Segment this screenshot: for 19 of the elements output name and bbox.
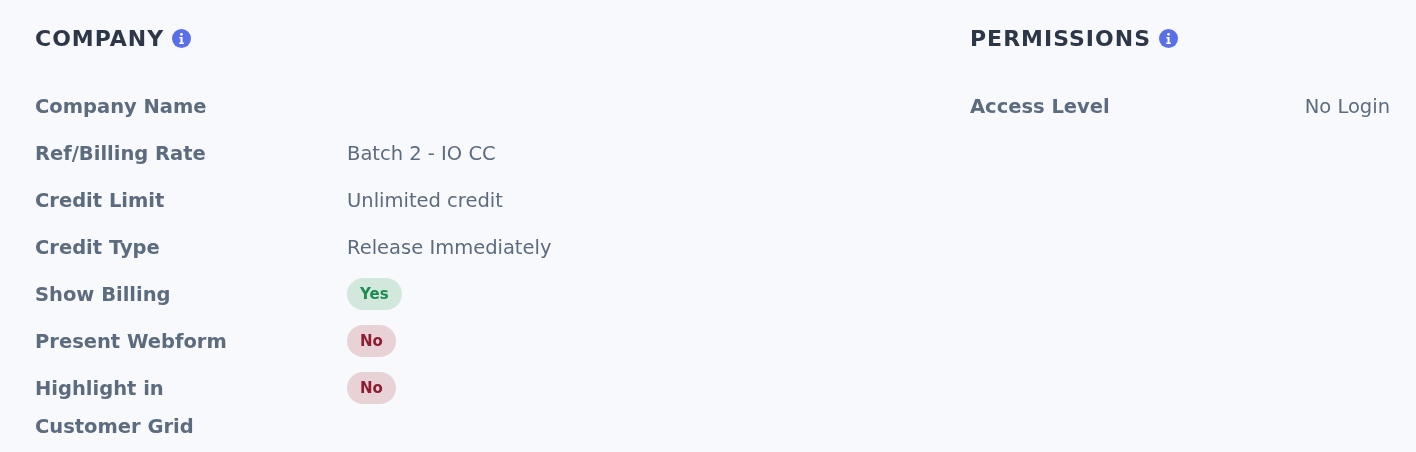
section-title: PERMISSIONS [970,25,1152,51]
info-icon[interactable] [172,28,192,48]
field-value: Release Immediately [347,235,553,261]
section-title: COMPANY [35,25,165,51]
field-label: Access Level [970,94,1111,120]
field-value: No Login [1304,94,1390,120]
field-label: Present Webform [35,329,228,355]
field-value: Unlimited credit [347,188,504,214]
field-label: Credit Limit [35,188,166,214]
status-badge: No [347,325,396,357]
field-label: Credit Type [35,235,161,261]
field-label: Ref/Billing Rate [35,141,207,167]
info-icon[interactable] [1159,28,1179,48]
status-badge: No [347,372,396,404]
field-label: Company Name [35,94,208,120]
field-value: Batch 2 - IO CC [347,141,497,167]
field-label: Highlight in Customer Grid [35,376,195,440]
status-badge: Yes [347,278,402,310]
field-label: Show Billing [35,282,172,308]
